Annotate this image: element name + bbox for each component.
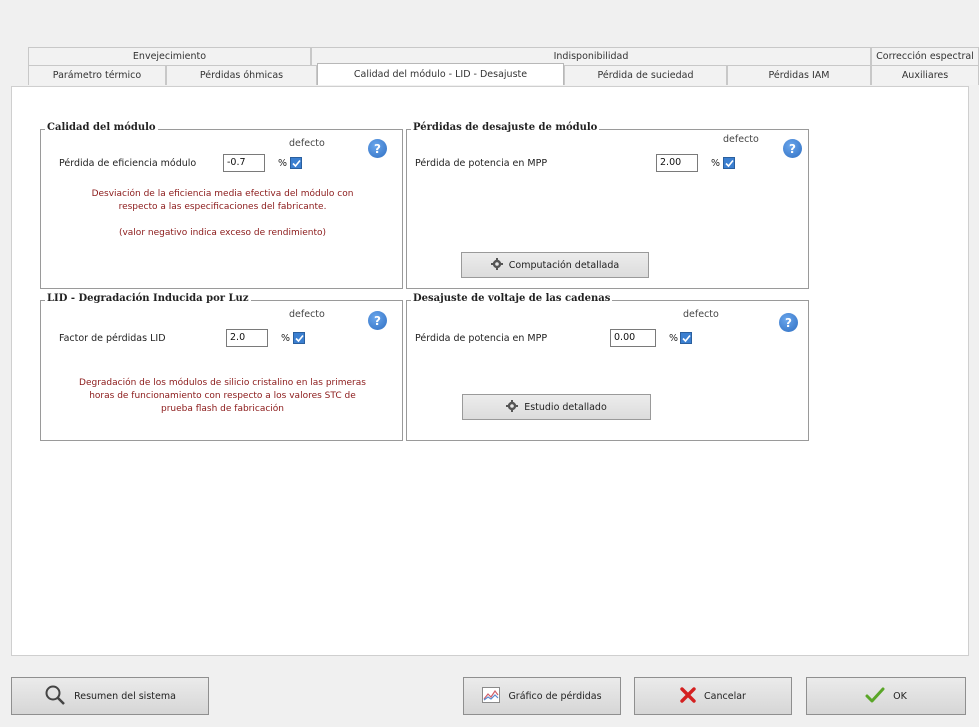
cancel-button[interactable]: Cancelar [634, 677, 792, 715]
tab-parametro-termico[interactable]: Parámetro térmico [28, 65, 166, 85]
default-label: defecto [683, 309, 719, 320]
tab-row-bottom: Parámetro térmico Pérdidas óhmicas Calid… [28, 63, 979, 85]
button-label: Estudio detallado [524, 401, 607, 413]
note-spacer [41, 214, 404, 227]
tab-label: Pérdida de suciedad [597, 70, 694, 81]
button-label: Cancelar [704, 690, 746, 702]
tab-label: Pérdidas óhmicas [199, 70, 284, 81]
tab-calidad-modulo[interactable]: Calidad del módulo - LID - Desajuste [317, 63, 564, 85]
note-line: (valor negativo indica exceso de rendimi… [118, 228, 327, 238]
group-title: LID - Degradación Inducida por Luz [45, 293, 251, 304]
tab-label: Pérdidas IAM [768, 70, 830, 81]
help-icon[interactable]: ? [783, 139, 802, 158]
lid-factor-input[interactable]: 2.0 [226, 329, 268, 347]
efficiency-loss-label: Pérdida de eficiencia módulo [59, 158, 197, 169]
default-checkbox[interactable] [680, 332, 692, 344]
default-label: defecto [723, 134, 759, 145]
default-checkbox[interactable] [293, 332, 305, 344]
string-voltage-group: Desajuste de voltaje de las cadenas defe… [406, 293, 809, 441]
default-checkbox[interactable] [723, 157, 735, 169]
gear-icon [490, 257, 503, 273]
tab-perdida-suciedad[interactable]: Pérdida de suciedad [564, 65, 727, 85]
tab-correccion-espectral[interactable]: Corrección espectral [871, 47, 979, 65]
tab-perdidas-iam[interactable]: Pérdidas IAM [727, 65, 871, 85]
efficiency-loss-input[interactable]: -0.7 [223, 154, 265, 172]
tab-envejecimiento[interactable]: Envejecimiento [28, 47, 311, 65]
gear-icon [506, 399, 519, 415]
unit-label: % [278, 158, 288, 169]
detailed-study-button[interactable]: Estudio detallado [462, 394, 651, 420]
lid-group: LID - Degradación Inducida por Luz defec… [40, 293, 404, 441]
tab-label: Envejecimiento [132, 51, 207, 62]
tab-label: Parámetro térmico [52, 70, 142, 81]
button-label: Computación detallada [508, 259, 620, 271]
check-icon [865, 687, 885, 706]
chart-icon [482, 686, 501, 706]
mpp-loss-label: Pérdida de potencia en MPP [415, 158, 548, 169]
ok-button[interactable]: OK [806, 677, 966, 715]
module-quality-group: Calidad del módulo defecto ? Pérdida de … [40, 122, 404, 289]
mismatch-group: Pérdidas de desajuste de módulo defecto … [406, 122, 809, 289]
close-icon [680, 686, 696, 706]
detailed-computation-button[interactable]: Computación detallada [461, 252, 649, 278]
mpp-loss-input[interactable]: 2.00 [656, 154, 698, 172]
mpp-loss-label: Pérdida de potencia en MPP [415, 333, 548, 344]
search-icon [44, 684, 66, 709]
group-title: Pérdidas de desajuste de módulo [411, 122, 600, 133]
lid-factor-label: Factor de pérdidas LID [59, 333, 166, 344]
button-label: OK [893, 690, 907, 702]
help-icon[interactable]: ? [368, 311, 387, 330]
button-label: Resumen del sistema [74, 690, 176, 702]
tab-perdidas-ohmicas[interactable]: Pérdidas óhmicas [166, 65, 317, 85]
default-checkbox[interactable] [290, 157, 302, 169]
system-summary-button[interactable]: Resumen del sistema [11, 677, 209, 715]
tab-label: Indisponibilidad [553, 51, 629, 62]
default-label: defecto [289, 138, 325, 149]
default-label: defecto [289, 309, 325, 320]
tab-label: Calidad del módulo - LID - Desajuste [353, 69, 528, 80]
help-icon[interactable]: ? [779, 313, 798, 332]
note-line: respecto a las especificaciones del fabr… [118, 202, 327, 212]
loss-chart-button[interactable]: Gráfico de pérdidas [463, 677, 621, 715]
tab-content-panel: Calidad del módulo defecto ? Pérdida de … [11, 86, 969, 656]
help-icon[interactable]: ? [368, 139, 387, 158]
mpp-loss-input[interactable]: 0.00 [610, 329, 656, 347]
group-title: Desajuste de voltaje de las cadenas [411, 293, 613, 304]
button-label: Gráfico de pérdidas [508, 690, 602, 702]
tab-label: Auxiliares [901, 70, 949, 81]
note-line: prueba flash de fabricación [160, 404, 284, 414]
tab-label: Corrección espectral [876, 51, 974, 62]
unit-label: % [281, 333, 291, 344]
unit-label: % [711, 158, 721, 169]
unit-label: % [669, 333, 679, 344]
note-line: horas de funcionamiento con respecto a l… [89, 391, 356, 401]
tab-auxiliares[interactable]: Auxiliares [871, 65, 979, 85]
note-line: Degradación de los módulos de silicio cr… [79, 378, 366, 388]
module-quality-note: Desviación de la eficiencia media efecti… [41, 188, 404, 240]
note-line: Desviación de la eficiencia media efecti… [91, 189, 354, 199]
group-title: Calidad del módulo [45, 122, 158, 133]
lid-note: Degradación de los módulos de silicio cr… [41, 377, 404, 416]
